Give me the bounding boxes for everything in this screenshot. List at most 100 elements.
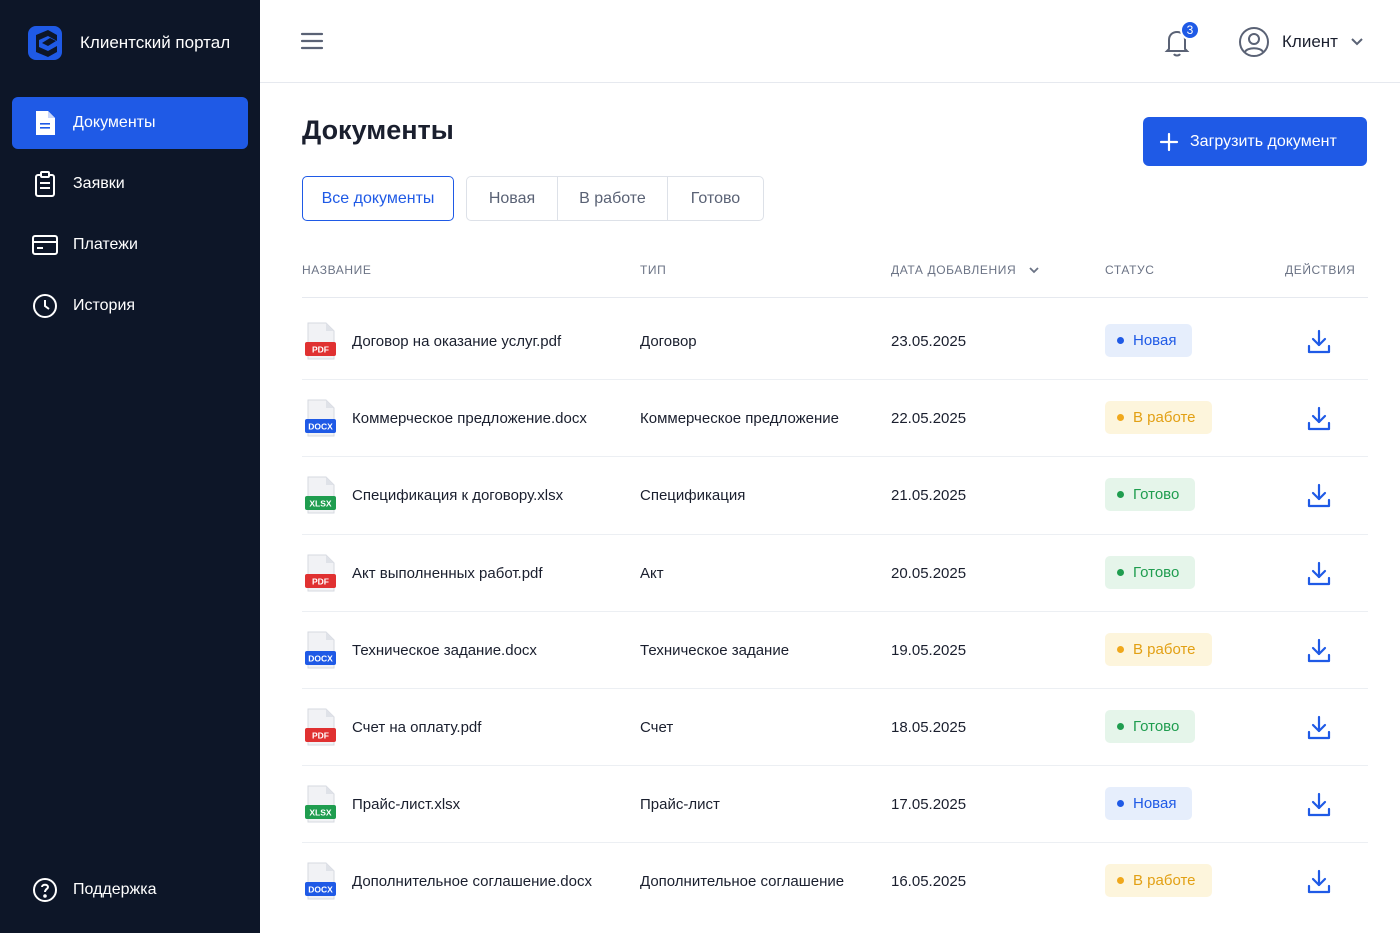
tab-new[interactable]: Новая [466, 176, 557, 221]
file-type: Спецификация [640, 487, 746, 505]
column-header-name: Название [302, 263, 372, 277]
file-date: 21.05.2025 [891, 487, 967, 505]
file-name[interactable]: Спецификация к договору.xlsx [352, 487, 563, 504]
menu-icon[interactable] [300, 30, 324, 52]
sidebar-item-label: Заявки [73, 175, 125, 192]
file-date: 22.05.2025 [891, 410, 967, 428]
credit-card-icon [32, 232, 58, 258]
plus-icon [1159, 132, 1179, 151]
status-badge: Готово [1105, 709, 1196, 743]
status-dot [1117, 645, 1124, 653]
file-name[interactable]: Прайс-лист.xlsx [352, 796, 460, 813]
file-ext-label: DOCX [308, 653, 333, 663]
table-row[interactable]: DOCX Техническое задание.docx Техническое … [302, 612, 1368, 689]
status-label: В работе [1133, 872, 1196, 890]
file-type: Дополнительное соглашение [640, 873, 845, 891]
sidebar-item-documents[interactable]: Документы [12, 97, 248, 149]
tab-in-progress[interactable]: В работе [557, 176, 667, 221]
column-header-date[interactable]: Дата добавления [891, 263, 1040, 277]
table-row[interactable]: PDF Счет на оплату.pdf Счет 18.05.2025 Готов… [302, 689, 1368, 767]
header-divider [302, 297, 1368, 298]
file-ext-label: XLSX [309, 808, 332, 818]
download-icon[interactable] [1307, 638, 1331, 664]
status-dot [1117, 337, 1124, 344]
notification-badge: 3 [1180, 20, 1200, 40]
file-type: Договор [640, 333, 697, 350]
column-header-type: Тип [640, 263, 667, 277]
upload-document-label: Загрузить документ [1190, 132, 1337, 150]
sidebar-item-history[interactable]: История [12, 280, 248, 332]
sidebar-item-payments[interactable]: Платежи [12, 219, 248, 271]
status-dot [1117, 877, 1124, 885]
download-icon[interactable] [1307, 869, 1331, 895]
status-label: Новая [1133, 795, 1177, 813]
status-label: Готово [1133, 563, 1180, 581]
column-header-actions: Действия [1285, 263, 1356, 277]
user-name: Клиент [1282, 32, 1338, 51]
file-ext-label: PDF [312, 576, 329, 586]
status-label: Готово [1133, 717, 1180, 735]
file-date: 18.05.2025 [891, 718, 967, 736]
file-ext-label: DOCX [308, 885, 333, 895]
table-row[interactable]: XLSX Прайс-лист.xlsx Прайс-лист 17.05.2025 Н… [302, 766, 1368, 844]
table-row[interactable]: PDF Акт выполненных работ.pdf Акт 20.05.202… [302, 535, 1368, 612]
table-row[interactable]: PDF Договор на оказание услуг.pdf Договор 2… [302, 303, 1368, 381]
column-header-status: Статус [1105, 263, 1155, 277]
status-label: В работе [1133, 640, 1196, 658]
table-row[interactable]: XLSX Спецификация к договору.xlsx Специфик… [302, 457, 1368, 535]
status-badge: Новая [1105, 324, 1193, 357]
chevron-down-icon [1351, 38, 1363, 46]
xlsx-file-icon: XLSX [305, 785, 336, 823]
download-icon[interactable] [1307, 406, 1331, 432]
file-ext-label: DOCX [308, 422, 333, 432]
status-badge: В работе [1105, 401, 1212, 435]
pdf-file-icon: PDF [305, 708, 336, 746]
clock-icon [32, 293, 58, 319]
sidebar-item-support[interactable]: Поддержка [12, 864, 248, 916]
help-circle-icon [32, 877, 58, 903]
filter-tabs: Все документы Новая В работе Готово [302, 176, 764, 221]
status-label: Новая [1133, 332, 1177, 349]
user-avatar-icon [1239, 27, 1269, 57]
docx-file-icon: DOCX [305, 631, 336, 669]
sidebar-nav: Документы Заявки Платежи История [12, 97, 248, 341]
top-header: 3 Клиент [260, 0, 1400, 83]
status-dot [1117, 722, 1124, 730]
file-ext-label: XLSX [309, 499, 332, 509]
status-dot [1117, 800, 1124, 808]
file-type: Счет [640, 718, 674, 736]
file-name[interactable]: Акт выполненных работ.pdf [352, 565, 543, 582]
table-row[interactable]: DOCX Коммерческое предложение.docx Коммерч… [302, 380, 1368, 458]
sidebar-item-requests[interactable]: Заявки [12, 158, 248, 210]
column-header-date-label: Дата добавления [891, 263, 1017, 277]
status-badge: Готово [1105, 555, 1196, 589]
file-name[interactable]: Коммерческое предложение.docx [352, 410, 587, 427]
table-row[interactable]: DOCX Дополнительное соглашение.docx Дополн… [302, 843, 1368, 920]
upload-document-button[interactable]: Загрузить документ [1143, 117, 1367, 166]
file-name[interactable]: Договор на оказание услуг.pdf [352, 333, 561, 350]
download-icon[interactable] [1307, 483, 1331, 509]
download-icon[interactable] [1307, 329, 1331, 355]
file-name[interactable]: Дополнительное соглашение.docx [352, 873, 592, 890]
download-icon[interactable] [1307, 715, 1331, 741]
xlsx-file-icon: XLSX [305, 476, 336, 514]
status-label: Готово [1133, 486, 1180, 504]
document-icon [32, 110, 58, 136]
sidebar-item-label: Платежи [73, 236, 138, 253]
file-name[interactable]: Техническое задание.docx [352, 642, 537, 659]
file-type: Коммерческое предложение [640, 410, 840, 428]
download-icon[interactable] [1307, 792, 1331, 818]
status-badge: Новая [1105, 787, 1193, 821]
support: Поддержка [12, 864, 248, 925]
tab-all-documents[interactable]: Все документы [302, 176, 454, 221]
status-badge: Готово [1105, 478, 1196, 512]
download-icon[interactable] [1307, 561, 1331, 587]
file-name[interactable]: Счет на оплату.pdf [352, 719, 481, 736]
user-menu[interactable]: Клиент [1238, 25, 1364, 59]
file-type: Акт [640, 564, 664, 582]
sidebar-item-label: История [73, 297, 136, 314]
status-label: В работе [1133, 409, 1196, 427]
tab-done[interactable]: Готово [667, 176, 764, 221]
brand[interactable]: Клиентский портал [28, 24, 230, 62]
file-date: 16.05.2025 [891, 873, 967, 891]
